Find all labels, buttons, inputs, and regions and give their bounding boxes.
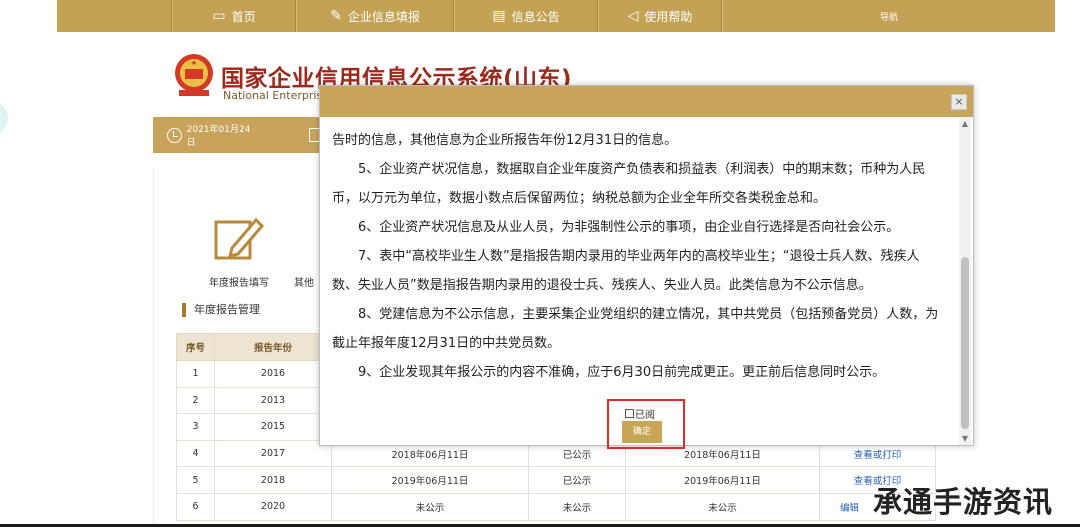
dialog-titlebar: × — [320, 86, 973, 117]
top-navigation: ▭ 首页 ✎ 企业信息填报 ▤ 信息公告 ◁ 使用帮助 导航 — [57, 0, 1055, 32]
report-year: 2017 — [214, 439, 332, 468]
row-number: 1 — [176, 360, 215, 388]
date-bar: 2021年01月24日 — [153, 117, 321, 153]
read-checkbox[interactable]: 已阅 — [625, 406, 655, 421]
dialog-scrollbar[interactable]: ▲ ▼ — [959, 117, 971, 445]
current-date: 2021年01月24日 — [186, 125, 251, 148]
row-number: 6 — [176, 492, 215, 521]
watermark-text: 承通手游资讯网 — [873, 485, 1054, 519]
nav-home[interactable]: ▭ 首页 — [172, 0, 296, 32]
row-number: 5 — [176, 466, 215, 494]
report-year: 2013 — [214, 386, 332, 415]
table-row: 6 2020 未公示 未公示 未公示 编辑 — [176, 492, 936, 521]
checkbox-icon[interactable] — [625, 409, 634, 418]
nav-home-label: 首页 — [231, 9, 256, 24]
pencil-icon: ✎ — [330, 8, 342, 24]
notice-paragraph: 6、企业资产状况信息及从业人员，为非强制性公示的事项，由企业自行选择是否向社会公… — [358, 220, 900, 235]
read-checkbox-label: 已阅 — [635, 410, 655, 421]
confirm-button[interactable]: 确定 — [622, 421, 662, 443]
notice-paragraph: 8、党建信息为不公示信息，主要采集企业党组织的建立情况，其中共党员（包括预备党员… — [332, 307, 939, 351]
national-emblem-icon — [175, 54, 213, 96]
notice-paragraph: 告时的信息，其他信息为企业所报告年份12月31日的信息。 — [332, 133, 678, 148]
scroll-down-icon[interactable]: ▼ — [961, 434, 969, 443]
notice-paragraph: 9、企业发现其年报公示的内容不准确，应于6月30日前完成更正。更正前后信息同时公… — [358, 365, 886, 380]
scroll-up-icon[interactable]: ▲ — [961, 119, 969, 128]
nav-help-label: 使用帮助 — [644, 9, 693, 24]
speaker-icon: ◁ — [627, 8, 639, 24]
row-number: 2 — [176, 386, 215, 415]
side-widget[interactable] — [0, 100, 8, 136]
publish-status: 未公示 — [528, 492, 626, 521]
row-number: 4 — [176, 439, 215, 468]
nav-help[interactable]: ◁ 使用帮助 — [598, 0, 722, 32]
submit-date: 2019年06月11日 — [331, 466, 529, 494]
report-year: 2016 — [214, 360, 332, 388]
report-year: 2020 — [214, 492, 332, 521]
nav-notice[interactable]: ▤ 信息公告 — [454, 0, 598, 32]
monitor-icon: ▭ — [212, 8, 226, 24]
publish-date: 未公示 — [625, 492, 820, 521]
close-icon[interactable]: × — [951, 94, 967, 110]
notice-paragraph: 5、企业资产状况信息，数据取自企业年度资产负债表和损益表（利润表）中的期末数；币… — [332, 162, 926, 206]
submit-date: 未公示 — [331, 492, 529, 521]
clock-icon — [167, 127, 182, 143]
column-header: 序号 — [176, 333, 215, 361]
publish-date: 2019年06月11日 — [625, 466, 820, 494]
other-link[interactable]: 其他 — [294, 274, 314, 289]
confirm-highlight: 已阅 确定 — [607, 399, 685, 449]
edit-report-icon[interactable] — [212, 212, 264, 264]
section-title: 年度报告管理 — [182, 303, 260, 317]
scroll-thumb[interactable] — [961, 257, 969, 429]
notice-paragraph: 7、表中“高校毕业生人数”是指报告期内录用的毕业两年内的高校毕业生；“退役士兵人… — [332, 249, 920, 293]
annual-report-fill-link[interactable]: 年度报告填写 — [209, 274, 269, 289]
nav-info-fill[interactable]: ✎ 企业信息填报 — [296, 0, 454, 32]
report-year: 2018 — [214, 466, 332, 494]
nav-guide-label: 导航 — [879, 12, 898, 23]
notice-dialog: × 告时的信息，其他信息为企业所报告年份12月31日的信息。 5、企业资产状况信… — [319, 85, 974, 449]
nav-info-fill-label: 企业信息填报 — [347, 9, 420, 24]
row-number: 3 — [176, 413, 215, 441]
nav-spacer — [57, 0, 172, 32]
table-row: 5 2018 2019年06月11日 已公示 2019年06月11日 查看或打印 — [176, 466, 936, 494]
document-icon: ▤ — [492, 8, 506, 24]
publish-status: 已公示 — [528, 466, 626, 494]
report-year: 2015 — [214, 413, 332, 441]
site-subtitle: National Enterprise — [223, 89, 329, 102]
dialog-content: 告时的信息，其他信息为企业所报告年份12月31日的信息。 5、企业资产状况信息，… — [332, 126, 944, 444]
column-header: 报告年份 — [214, 333, 332, 361]
nav-guide[interactable]: 导航 — [722, 0, 1055, 32]
nav-notice-label: 信息公告 — [511, 9, 560, 24]
